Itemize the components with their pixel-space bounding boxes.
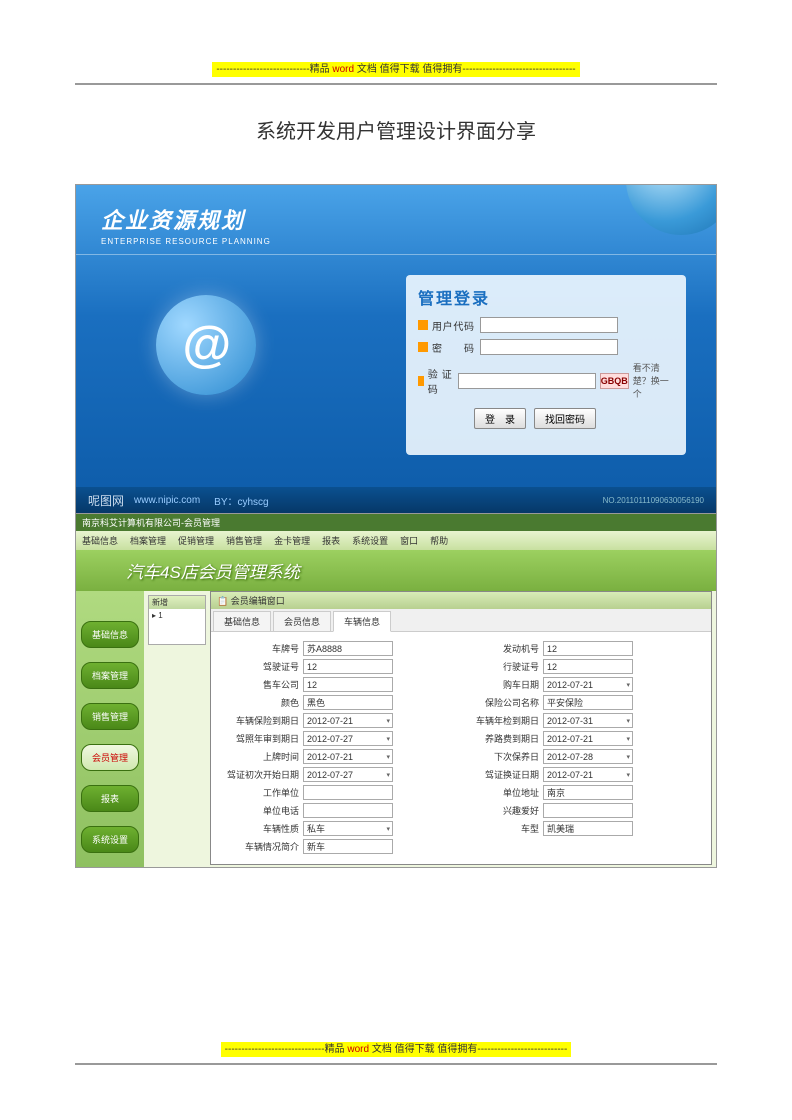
login-panel: 管理登录 用户代码 密 码 验 证 码 GBQB 看不清楚？换一个 <box>406 275 686 455</box>
sidebar-item[interactable]: 档案管理 <box>81 662 139 689</box>
user-icon <box>418 320 428 330</box>
menu-item[interactable]: 促销管理 <box>178 534 214 547</box>
erp-footer: 呢图网 www.nipic.com BY：cyhscg NO.201101110… <box>76 487 716 513</box>
sidebar-item[interactable]: 销售管理 <box>81 703 139 730</box>
find-pwd-button[interactable]: 找回密码 <box>534 408 596 429</box>
system-header: 汽车4S店会员管理系统 <box>76 550 716 591</box>
pwd-input[interactable] <box>480 339 618 355</box>
bottom-banner: ------------------------------精品 word 文档… <box>75 1040 717 1055</box>
captcha-input[interactable] <box>458 373 596 389</box>
at-sign-icon: @ <box>156 295 256 395</box>
menubar: 基础信息 档案管理 促销管理 销售管理 金卡管理 报表 系统设置 窗口 帮助 <box>76 531 716 550</box>
tab[interactable]: 基础信息 <box>213 611 271 631</box>
sidebar-item[interactable]: 基础信息 <box>81 621 139 648</box>
sidebar-item[interactable]: 报表 <box>81 785 139 812</box>
input-engine[interactable]: 12 <box>543 641 633 656</box>
erp-title-cn: 企业资源规划 <box>101 203 716 235</box>
4s-management-screenshot: 南京科艾计算机有限公司-会员管理 基础信息 档案管理 促销管理 销售管理 金卡管… <box>75 513 717 868</box>
window-titlebar: 南京科艾计算机有限公司-会员管理 <box>76 514 716 531</box>
lock-icon <box>418 342 428 352</box>
small-list-panel: 新增 ▸ 1 <box>148 595 206 645</box>
login-button[interactable]: 登 录 <box>474 408 526 429</box>
menu-item[interactable]: 销售管理 <box>226 534 262 547</box>
menu-item[interactable]: 帮助 <box>430 534 448 547</box>
captcha-icon <box>418 376 424 386</box>
menu-item[interactable]: 金卡管理 <box>274 534 310 547</box>
tab[interactable]: 会员信息 <box>273 611 331 631</box>
member-edit-window: 📋 会员编辑窗口 基础信息 会员信息 车辆信息 车牌号苏A8888发动机号12 … <box>210 591 712 865</box>
captcha-refresh-link[interactable]: 看不清楚？换一个 <box>633 361 674 400</box>
captcha-image[interactable]: GBQB <box>600 373 629 389</box>
tab-active[interactable]: 车辆信息 <box>333 611 391 632</box>
menu-item[interactable]: 档案管理 <box>130 534 166 547</box>
sidebar-item-active[interactable]: 会员管理 <box>81 744 139 771</box>
textarea-desc[interactable]: 新车 <box>303 839 393 854</box>
user-label: 用户代码 <box>432 318 474 333</box>
menu-item[interactable]: 基础信息 <box>82 534 118 547</box>
user-input[interactable] <box>480 317 618 333</box>
erp-login-screenshot: 企业资源规划 ENTERPRISE RESOURCE PLANNING @ 管理… <box>75 184 717 514</box>
input-plate[interactable]: 苏A8888 <box>303 641 393 656</box>
menu-item[interactable]: 窗口 <box>400 534 418 547</box>
hr-top <box>75 83 717 85</box>
document-title: 系统开发用户管理设计界面分享 <box>75 115 717 144</box>
menu-item[interactable]: 报表 <box>322 534 340 547</box>
vehicle-form: 车牌号苏A8888发动机号12 驾驶证号12行驶证号12 售车公司12购车日期2… <box>211 632 711 864</box>
erp-title-en: ENTERPRISE RESOURCE PLANNING <box>101 237 716 246</box>
captcha-label: 验 证 码 <box>428 366 452 396</box>
sidebar: 基础信息 档案管理 销售管理 会员管理 报表 系统设置 <box>76 591 144 868</box>
menu-item[interactable]: 系统设置 <box>352 534 388 547</box>
subwindow-title: 📋 会员编辑窗口 <box>211 592 711 609</box>
hr-bottom <box>75 1063 717 1065</box>
sidebar-item[interactable]: 系统设置 <box>81 826 139 853</box>
pwd-label: 密 码 <box>432 340 474 355</box>
tabs: 基础信息 会员信息 车辆信息 <box>211 609 711 632</box>
top-banner: ----------------------------精品 word 文档 值… <box>75 60 717 75</box>
login-title: 管理登录 <box>418 285 674 309</box>
